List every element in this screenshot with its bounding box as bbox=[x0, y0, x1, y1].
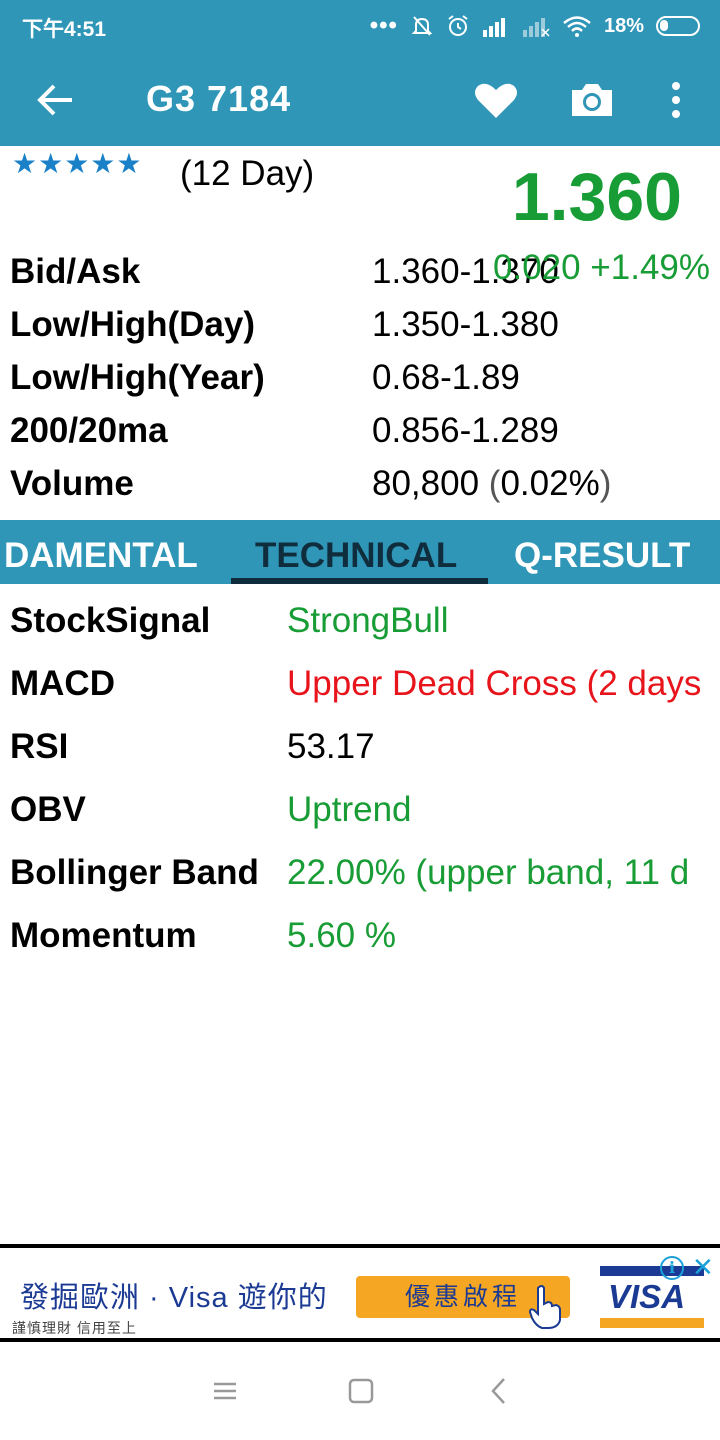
camera-icon[interactable] bbox=[568, 76, 616, 124]
info-row-moving-average: 200/20ma 0.856-1.289 bbox=[10, 411, 710, 457]
info-icon[interactable]: i bbox=[660, 1256, 684, 1280]
system-nav-bar bbox=[0, 1342, 720, 1440]
alarm-icon bbox=[448, 15, 468, 36]
more-vertical-icon[interactable] bbox=[660, 78, 692, 122]
wifi-icon bbox=[563, 16, 591, 37]
tech-row-macd: MACD Upper Dead Cross (2 days bbox=[10, 664, 720, 714]
info-row-day-range: Low/High(Day) 1.350-1.380 bbox=[10, 305, 710, 351]
tech-row-momentum: Momentum 5.60 % bbox=[10, 916, 720, 966]
tech-label: MACD bbox=[10, 664, 115, 703]
tech-row-stocksignal: StockSignal StrongBull bbox=[10, 601, 720, 651]
close-icon[interactable]: ✕ bbox=[692, 1254, 714, 1280]
battery-percent: 18% bbox=[603, 14, 644, 37]
info-value: 0.68-1.89 bbox=[372, 358, 520, 397]
star-rating: ★★★★★ bbox=[12, 148, 143, 179]
info-label: 200/20ma bbox=[10, 411, 168, 450]
tech-label: Momentum bbox=[10, 916, 197, 955]
ad-headline[interactable]: 發掘歐洲 · Visa 遊你的 bbox=[20, 1274, 328, 1316]
notification-dots: ••• bbox=[369, 12, 398, 39]
visa-logo-bottom-band bbox=[600, 1318, 704, 1328]
home-square-icon[interactable] bbox=[346, 1376, 376, 1406]
visa-logo: VISA bbox=[600, 1266, 704, 1330]
heart-icon[interactable] bbox=[472, 76, 520, 124]
tech-value: 53.17 bbox=[287, 727, 375, 766]
volume-percent: 0.02% bbox=[500, 464, 600, 503]
tech-value: StrongBull bbox=[287, 601, 449, 640]
tab-q-result[interactable]: Q-RESULT bbox=[514, 536, 690, 576]
tech-value: 5.60 % bbox=[287, 916, 396, 955]
app-bar: G3 7184 bbox=[0, 52, 720, 146]
tech-row-rsi: RSI 53.17 bbox=[10, 727, 720, 777]
info-value: 0.856-1.289 bbox=[372, 411, 559, 450]
mute-bell-icon bbox=[411, 16, 433, 36]
back-arrow-icon[interactable] bbox=[32, 78, 80, 122]
menu-icon[interactable] bbox=[210, 1376, 240, 1406]
info-value: 1.350-1.380 bbox=[372, 305, 559, 344]
ad-subtext: 謹慎理財 信用至上 bbox=[12, 1320, 137, 1336]
tech-label: StockSignal bbox=[10, 601, 211, 640]
tech-value: 22.00% (upper band, 11 d bbox=[287, 853, 690, 892]
volume-value-group: 80,800 (0.02%) bbox=[372, 464, 611, 504]
tech-value: Uptrend bbox=[287, 790, 412, 829]
battery-icon bbox=[656, 16, 700, 36]
signal-icon bbox=[482, 18, 505, 37]
volume-paren-close: ) bbox=[599, 464, 612, 503]
info-label: Low/High(Day) bbox=[10, 305, 255, 344]
rating-period: (12 Day) bbox=[180, 154, 315, 193]
visa-logo-text: VISA bbox=[608, 1278, 686, 1315]
info-label: Volume bbox=[10, 464, 134, 503]
status-icons: ••• 18% bbox=[370, 10, 700, 42]
info-label: Low/High(Year) bbox=[10, 358, 265, 397]
tech-row-bollinger: Bollinger Band 22.00% (upper band, 11 d bbox=[10, 853, 720, 903]
visa-logo-top-band bbox=[600, 1266, 704, 1276]
status-bar: 下午4:51 ••• 18% bbox=[0, 0, 720, 52]
info-row-volume: Volume 80,800 (0.02%) bbox=[10, 464, 710, 510]
info-label: Bid/Ask bbox=[10, 252, 141, 291]
ad-banner[interactable]: 發掘歐洲 · Visa 遊你的 謹慎理財 信用至上 優惠啟程 VISA i ✕ bbox=[0, 1244, 720, 1342]
tech-label: RSI bbox=[10, 727, 69, 766]
tab-bar: DAMENTAL TECHNICAL Q-RESULT bbox=[0, 520, 720, 584]
page-title: G3 7184 bbox=[146, 78, 292, 119]
hand-pointer-icon bbox=[528, 1285, 561, 1329]
tab-indicator bbox=[231, 578, 488, 584]
tab-fundamental[interactable]: DAMENTAL bbox=[4, 536, 198, 576]
price-change: 0.020 +1.49% bbox=[493, 248, 710, 287]
signal-no-service-icon bbox=[522, 18, 550, 37]
tech-label: Bollinger Band bbox=[10, 853, 259, 892]
status-time: 下午4:51 bbox=[22, 18, 107, 41]
volume-paren-open: ( bbox=[488, 464, 501, 503]
info-row-year-range: Low/High(Year) 0.68-1.89 bbox=[10, 358, 710, 404]
tech-value: Upper Dead Cross (2 days bbox=[287, 664, 702, 703]
last-price: 1.360 bbox=[511, 159, 682, 235]
tech-row-obv: OBV Uptrend bbox=[10, 790, 720, 840]
tab-technical[interactable]: TECHNICAL bbox=[255, 536, 457, 576]
tech-label: OBV bbox=[10, 790, 86, 829]
back-chevron-icon[interactable] bbox=[484, 1376, 514, 1406]
volume-value: 80,800 bbox=[372, 464, 480, 503]
